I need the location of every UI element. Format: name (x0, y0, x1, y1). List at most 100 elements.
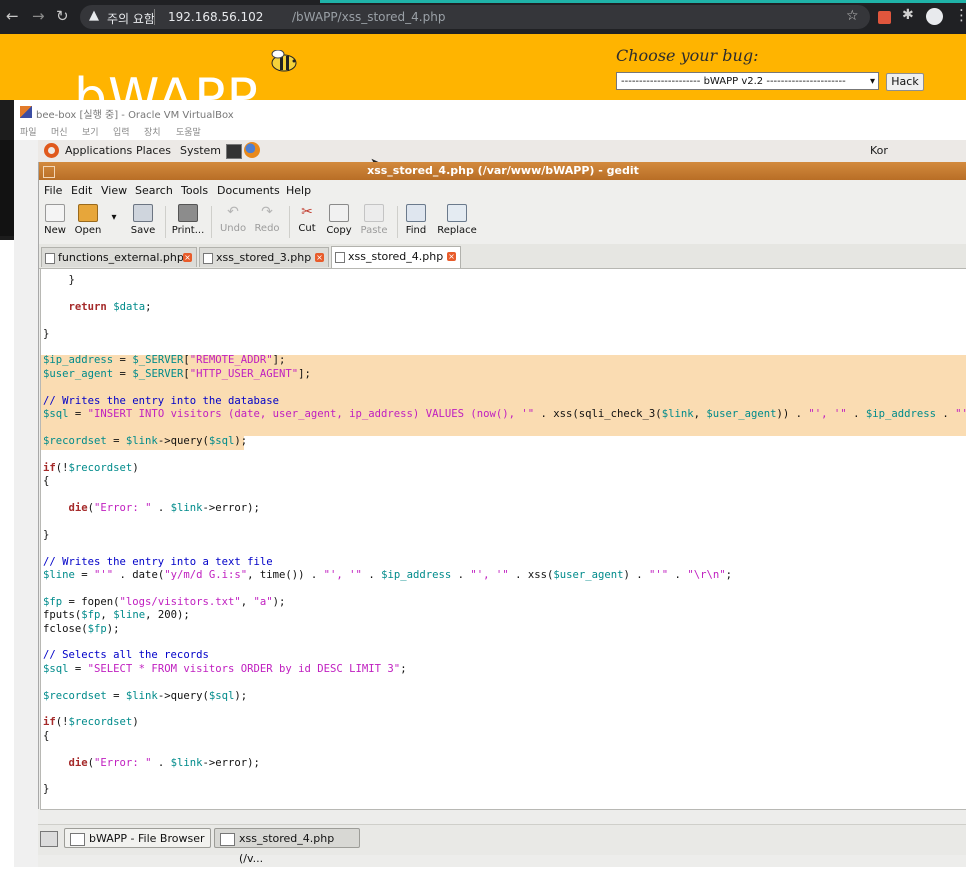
vbox-menu-file[interactable]: 파일 (20, 125, 37, 138)
toolbar-separator (397, 206, 398, 238)
redo-button[interactable]: ↷ Redo (253, 204, 281, 234)
open-recent-dropdown[interactable]: ▾ (109, 212, 119, 223)
close-icon[interactable]: × (315, 253, 324, 262)
code-line: $sql = "INSERT INTO visitors (date, user… (43, 408, 966, 421)
text-editor-icon (220, 833, 235, 846)
bookmark-star-icon[interactable]: ☆ (846, 8, 859, 24)
code-line: fclose($fp); (43, 622, 120, 635)
print-button[interactable]: Print... (171, 204, 205, 236)
url-path[interactable]: /bWAPP/xss_stored_4.php (292, 10, 445, 24)
bug-select-value: ---------------------- bWAPP v2.2 ------… (621, 76, 846, 87)
code-line: if(!$recordset) (43, 461, 139, 474)
back-icon[interactable]: ← (6, 7, 19, 25)
code-line: return $data; (68, 300, 152, 313)
bug-select[interactable]: ---------------------- bWAPP v2.2 ------… (616, 72, 879, 90)
code-line: } (43, 783, 50, 796)
panel-places[interactable]: Places (136, 144, 171, 157)
save-button[interactable]: Save (129, 204, 157, 236)
code-line: { (43, 475, 50, 488)
keyboard-layout[interactable]: Kor (870, 144, 888, 157)
copy-icon (329, 204, 349, 222)
tab-xss-stored-3[interactable]: xss_stored_3.php × (199, 247, 329, 267)
printer-icon (178, 204, 198, 222)
code-line: $ip_address = $_SERVER["REMOTE_ADDR"]; (43, 354, 286, 367)
extension-icon[interactable] (878, 11, 891, 24)
menu-edit[interactable]: Edit (71, 184, 92, 197)
panel-applications[interactable]: Applications (65, 144, 132, 157)
gedit-menubar: File Edit View Search Tools Documents He… (39, 180, 966, 200)
replace-button[interactable]: Replace (435, 204, 479, 236)
vbox-title: bee-box [실행 중] - Oracle VM VirtualBox (36, 110, 234, 121)
undo-button[interactable]: ↶ Undo (219, 204, 247, 234)
virtualbox-icon (20, 106, 32, 118)
close-icon[interactable]: × (447, 252, 456, 261)
taskbar-gedit[interactable]: xss_stored_4.php (/v... (214, 828, 360, 865)
dropdown-arrow-icon: ▾ (111, 212, 117, 223)
browser-toolbar: ← → ↻ ▲ 주의 요함 192.168.56.102 /bWAPP/xss_… (0, 0, 966, 34)
code-line: $fp = fopen("logs/visitors.txt", "a"); (43, 595, 286, 608)
code-line: $sql = "SELECT * FROM visitors ORDER by … (43, 662, 407, 675)
vbox-menu-view[interactable]: 보기 (82, 125, 99, 138)
menu-file[interactable]: File (44, 184, 62, 197)
copy-button[interactable]: Copy (325, 204, 353, 236)
warning-triangle-icon[interactable]: ▲ (89, 8, 99, 23)
gedit-window: xss_stored_4.php (/var/www/bWAPP) - gedi… (38, 162, 966, 810)
gnome-bottom-panel: bWAPP - File Browser xss_stored_4.php (/… (38, 824, 966, 865)
menu-documents[interactable]: Documents (217, 184, 280, 197)
code-line: $recordset = $link->query($sql); (43, 434, 248, 447)
toolbar-separator (289, 206, 290, 238)
menu-help[interactable]: Help (286, 184, 311, 197)
tab-xss-stored-4[interactable]: xss_stored_4.php × (331, 246, 461, 268)
new-button[interactable]: New (41, 204, 69, 236)
find-replace-icon (447, 204, 467, 222)
panel-system[interactable]: System (180, 144, 221, 157)
source-code[interactable]: } return $data; } $ip_address = $_SERVER… (43, 274, 966, 797)
hack-button[interactable]: Hack (886, 73, 924, 91)
tab-functions-external[interactable]: functions_external.php × (41, 247, 197, 267)
code-editor[interactable]: } return $data; } $ip_address = $_SERVER… (40, 269, 966, 810)
menu-view[interactable]: View (101, 184, 127, 197)
chevron-down-icon: ▾ (869, 76, 875, 87)
close-icon[interactable]: × (183, 253, 192, 262)
vbox-menu-help[interactable]: 도움말 (176, 125, 201, 138)
choose-bug-label: Choose your bug: (616, 46, 759, 65)
show-desktop-icon[interactable] (40, 831, 58, 847)
menu-search[interactable]: Search (135, 184, 173, 197)
vbox-menu-input[interactable]: 입력 (113, 125, 130, 138)
code-line: die("Error: " . $link->error); (68, 501, 260, 514)
forward-icon[interactable]: → (32, 7, 45, 25)
menu-kebab-icon[interactable]: ⋮ (954, 6, 966, 24)
find-button[interactable]: Find (403, 204, 429, 236)
url-host[interactable]: 192.168.56.102 (168, 10, 263, 24)
gnome-top-panel: Applications Places System Kor ➤ (38, 140, 966, 171)
profile-avatar-icon[interactable] (926, 8, 943, 25)
vbox-menu-devices[interactable]: 장치 (144, 125, 161, 138)
terminal-icon[interactable] (226, 144, 242, 159)
firefox-icon[interactable] (244, 142, 260, 158)
taskbar-file-browser[interactable]: bWAPP - File Browser (64, 828, 211, 848)
cut-button[interactable]: ✂ Cut (295, 204, 319, 234)
address-bar[interactable]: ▲ 주의 요함 192.168.56.102 /bWAPP/xss_stored… (80, 5, 870, 29)
folder-icon (70, 833, 85, 846)
new-document-icon (45, 204, 65, 222)
extensions-puzzle-icon[interactable]: ✱ (902, 7, 914, 23)
code-line: $line = "'" . date("y/m/d G.i:s", time()… (43, 568, 732, 581)
toolbar-separator (165, 206, 166, 238)
redo-arrow-icon: ↷ (261, 204, 273, 220)
guest-desktop: Applications Places System Kor ➤ xss_sto… (38, 140, 966, 867)
bwapp-logo: bWAPP (74, 68, 259, 100)
open-button[interactable]: Open (73, 204, 103, 236)
toolbar-separator (211, 206, 212, 238)
gedit-titlebar: xss_stored_4.php (/var/www/bWAPP) - gedi… (39, 162, 966, 180)
code-line: // Selects all the records (43, 649, 209, 662)
code-line: } (43, 327, 50, 340)
menu-tools[interactable]: Tools (181, 184, 208, 197)
code-line: if(!$recordset) (43, 716, 139, 729)
security-status[interactable]: 주의 요함 (107, 10, 155, 27)
paste-button[interactable]: Paste (359, 204, 389, 236)
scissors-icon: ✂ (301, 204, 313, 220)
vbox-menu-machine[interactable]: 머신 (51, 125, 68, 138)
page-background (0, 140, 14, 236)
reload-icon[interactable]: ↻ (56, 7, 69, 25)
divider (154, 9, 155, 25)
